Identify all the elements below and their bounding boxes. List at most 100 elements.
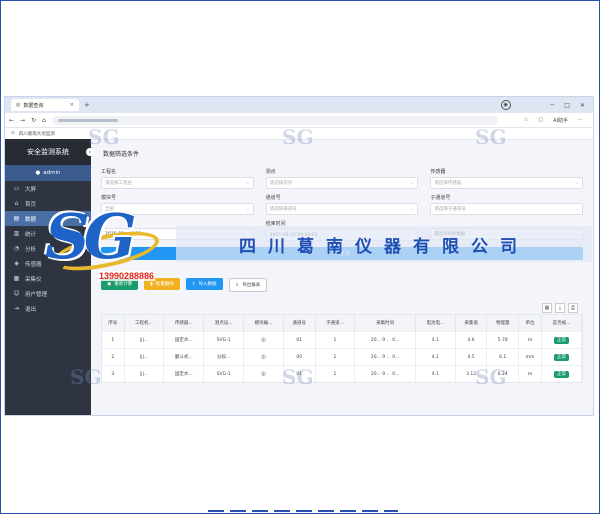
url-text-redacted <box>57 118 118 122</box>
channel-placeholder: 请选择通道号 <box>269 207 297 212</box>
home-button-icon[interactable]: ⌂ <box>42 117 46 124</box>
table-cell: 4.1 <box>415 331 456 349</box>
col-header[interactable]: 子通道... <box>315 315 356 332</box>
apps-icon[interactable]: ⊙ <box>11 131 15 136</box>
status-badge: 正常 <box>554 337 569 344</box>
sensor-select[interactable]: 请选择传感器 ⌄ <box>430 177 583 189</box>
data-table: 序号 工程机... 传感器... 测点设... 模块编... 通道号 子通道..… <box>102 315 582 382</box>
import-button[interactable]: ⇧ 导入数据 <box>185 278 223 290</box>
sidebar-item-label: 采集仪 <box>25 276 42 283</box>
star-icon[interactable]: ☆ <box>524 117 528 124</box>
table-cell: |||... <box>124 331 165 349</box>
chat-icon[interactable]: ▢ <box>538 117 543 124</box>
collector-icon: ▦ <box>13 275 20 282</box>
batch-delete-label: 批量删除 <box>155 282 174 287</box>
table-cell: 20... 9 ... 0... <box>354 365 416 382</box>
tab-close-icon[interactable]: × <box>70 102 74 108</box>
project-placeholder: 请选择工程名 <box>105 181 132 186</box>
table-cell: 1 <box>315 348 356 366</box>
window-close-icon[interactable]: ✕ <box>580 102 585 109</box>
export-button[interactable]: ⇩ 导出报表 <box>228 278 268 292</box>
status-cell: 正常 <box>541 348 582 366</box>
table-cell: 1 <box>315 365 356 382</box>
back-icon[interactable]: ← <box>9 117 14 124</box>
sidebar-item-logout[interactable]: ⇥ 退出 <box>5 301 91 316</box>
channel-select[interactable]: 请选择通道号 ⌄ <box>265 203 419 215</box>
minimize-icon[interactable]: ─ <box>551 102 555 109</box>
forward-icon[interactable]: → <box>20 117 25 124</box>
col-header[interactable]: 是否被... <box>541 315 582 332</box>
table-row[interactable]: 2 |||... 翻斗式... 分段... ||| 00 1 20... 9 .… <box>102 348 582 366</box>
database-icon: ▤ <box>13 215 20 222</box>
table-row[interactable]: 3 |||... 固定水... SVG-1 ||| 01 1 20... 9 .… <box>102 365 582 382</box>
col-header[interactable]: 采集值 <box>455 315 488 332</box>
table-cell: 3 <box>102 365 125 382</box>
bottom-decoration <box>208 510 398 512</box>
sidebar-item-label: 大屏 <box>25 186 37 193</box>
menu-icon[interactable]: ⋯ <box>578 117 583 124</box>
section-title: 数据筛选条件 <box>103 151 140 158</box>
main-content: 数据筛选条件 工程名 请选择工程名 ⌄ 测点 请选择测点 ⌄ 传感器 请选择传感器 ⌄… <box>91 139 593 415</box>
data-table-container: ▦ ⤓ ⎙ 序号 工程机... 传感器... 测点设... 模块编... 通道号 <box>101 303 583 383</box>
sidebar-item-label: 数据 <box>25 216 37 223</box>
col-header[interactable]: 单位 <box>518 315 542 332</box>
watermark-sg: SG <box>475 125 507 149</box>
sidebar-item-label: 统计 <box>25 231 37 238</box>
subchannel-label: 子通道号 <box>430 195 451 201</box>
system-title: 安全监测系统 <box>5 139 91 165</box>
profile-icon[interactable]: ◉ <box>500 100 511 110</box>
calculator-icon: ▣ <box>107 281 112 287</box>
table-cell: SVG-1 <box>203 331 245 349</box>
subchannel-placeholder: 请选择子通道号 <box>434 207 466 212</box>
chevron-down-icon: ⌄ <box>410 180 415 186</box>
point-label: 测点 <box>265 169 276 175</box>
table-cell: 4.6 <box>455 331 488 349</box>
col-header[interactable]: 序号 <box>102 315 125 332</box>
chevron-down-icon: ⌄ <box>410 206 415 212</box>
home-icon: ⌂ <box>14 200 19 207</box>
table-cell: 固定水... <box>163 331 205 349</box>
table-cell: 01 <box>283 331 316 349</box>
col-header[interactable]: 模块编... <box>243 315 284 332</box>
tab-favicon-icon: ◎ <box>16 102 21 108</box>
import-label: 导入数据 <box>198 282 217 287</box>
address-bar[interactable] <box>51 115 498 125</box>
col-header[interactable]: 传感器... <box>163 315 205 332</box>
maximize-icon[interactable]: □ <box>564 102 570 109</box>
col-header[interactable]: 工程机... <box>124 315 165 332</box>
point-select[interactable]: 请选择测点 ⌄ <box>265 177 419 189</box>
col-header[interactable]: 通道号 <box>283 315 316 332</box>
user-badge[interactable]: ● admin <box>5 165 91 181</box>
table-header-row: 序号 工程机... 传感器... 测点设... 模块编... 通道号 子通道..… <box>102 315 582 332</box>
subchannel-select[interactable]: 请选择子通道号 ⌄ <box>430 203 583 215</box>
sidebar-item-label: 用户管理 <box>25 291 48 298</box>
table-cell: 00 <box>283 348 316 366</box>
col-header[interactable]: 物理量 <box>486 315 520 332</box>
col-header[interactable]: 电池电... <box>415 315 456 332</box>
copilot-button[interactable]: AI助手 <box>553 117 568 124</box>
new-tab-button[interactable]: + <box>84 101 90 109</box>
table-cell: |||... <box>124 365 165 382</box>
company-banner: 四川葛南仪器有限公司 <box>176 226 592 262</box>
reload-icon[interactable]: ↻ <box>31 117 36 124</box>
sensor-placeholder: 请选择传感器 <box>434 181 462 186</box>
trash-icon: ▮ <box>150 281 153 287</box>
table-cell: m <box>518 331 542 349</box>
recalc-label: 重新计算 <box>114 282 133 287</box>
table-cell: 2 <box>102 348 125 366</box>
export-table-icon[interactable]: ⤓ <box>555 303 565 313</box>
watermark-sg: SG <box>475 365 507 389</box>
col-header[interactable]: 测点设... <box>203 315 245 332</box>
col-header[interactable]: 采集时间 <box>354 315 416 332</box>
sidebar-item-users[interactable]: ☺ 用户管理 <box>5 286 91 301</box>
sidebar-item-screen[interactable]: ▭ 大屏 <box>5 181 91 196</box>
sidebar-item-collector[interactable]: ▦ 采集仪 <box>5 271 91 286</box>
print-icon[interactable]: ⎙ <box>568 303 578 313</box>
bookmark-item[interactable]: 四川葛南大坝监测 <box>19 131 55 137</box>
browser-tab[interactable]: ◎ 数据查询 × <box>11 99 79 111</box>
download-icon: ⇩ <box>235 282 240 288</box>
project-select[interactable]: 请选择工程名 ⌄ <box>101 177 254 189</box>
columns-icon[interactable]: ▦ <box>542 303 552 313</box>
status-badge: 正常 <box>554 354 569 361</box>
table-row[interactable]: 1 |||... 固定水... SVG-1 ||| 01 1 20... 9 .… <box>102 331 582 349</box>
